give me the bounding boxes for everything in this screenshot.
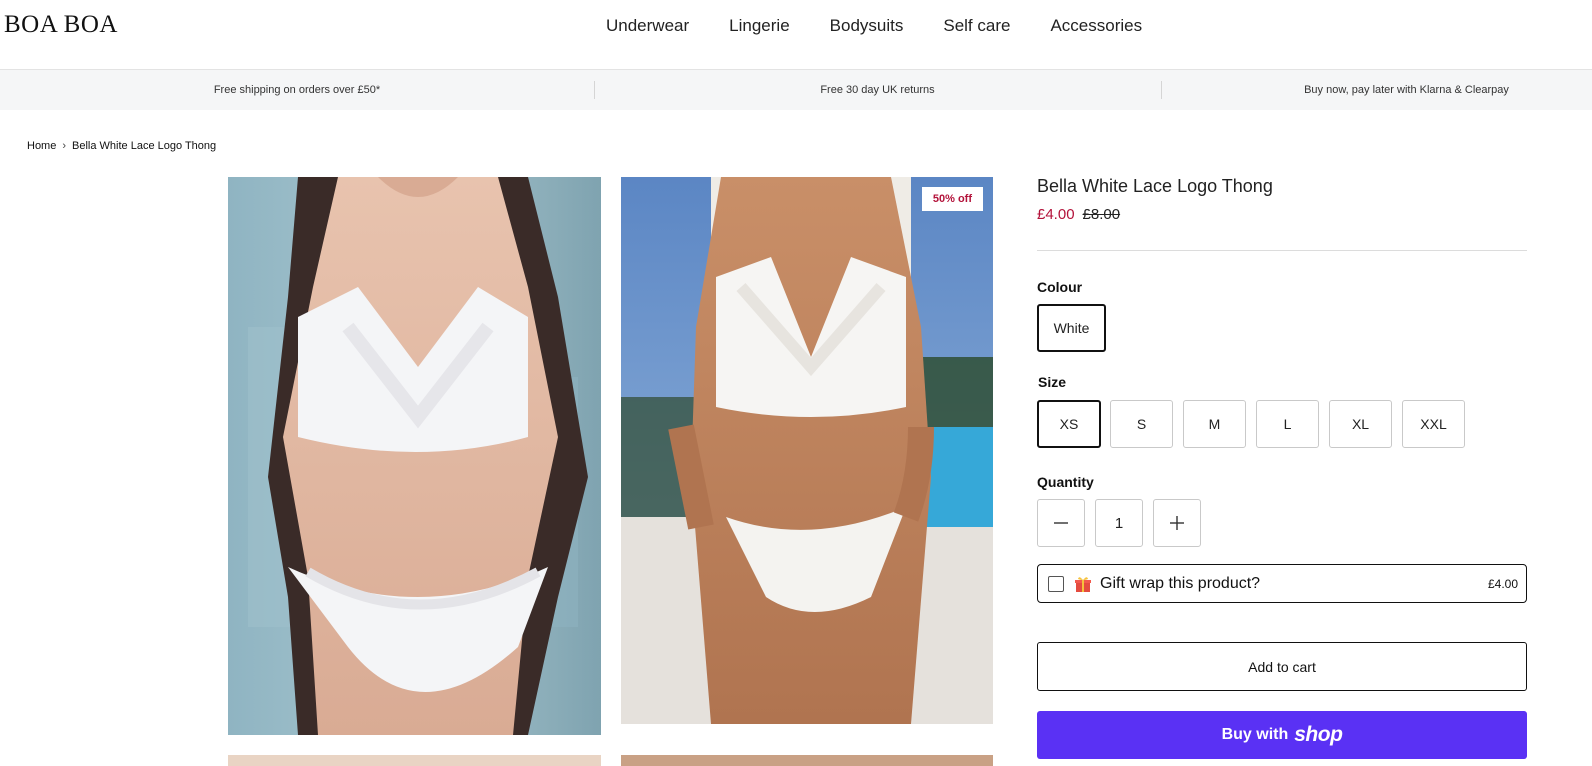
plus-icon — [1170, 516, 1184, 530]
quantity-label: Quantity — [1037, 474, 1094, 490]
sale-badge: 50% off — [921, 187, 983, 211]
size-option-m[interactable]: M — [1183, 400, 1246, 448]
breadcrumb: Home › Bella White Lace Logo Thong — [27, 140, 216, 152]
size-option-xxl[interactable]: XXL — [1402, 400, 1465, 448]
quantity-increase-button[interactable] — [1153, 499, 1201, 547]
gift-wrap-checkbox[interactable] — [1048, 575, 1064, 592]
announcement-returns: Free 30 day UK returns — [820, 84, 935, 96]
breadcrumb-home[interactable]: Home — [27, 140, 56, 152]
announcement-klarna: Buy now, pay later with Klarna & Clearpa… — [1304, 84, 1509, 96]
product-image-3[interactable] — [228, 755, 601, 766]
size-option-xl[interactable]: XL — [1329, 400, 1392, 448]
size-option-xs[interactable]: XS — [1037, 400, 1101, 448]
size-option-l[interactable]: L — [1256, 400, 1319, 448]
main-nav: Underwear Lingerie Bodysuits Self care A… — [586, 14, 1162, 38]
gift-wrap-option: Gift wrap this product? £4.00 — [1037, 564, 1527, 603]
shop-logo: shop — [1294, 723, 1343, 746]
compare-price: £8.00 — [1082, 206, 1121, 223]
buy-with-label: Buy with — [1221, 726, 1289, 743]
buy-with-shop-button[interactable]: Buy with shop — [1037, 711, 1527, 759]
gift-wrap-price: £4.00 — [1487, 576, 1518, 591]
site-header: BOA BOA Underwear Lingerie Bodysuits Sel… — [0, 0, 1592, 70]
size-label: Size — [1038, 374, 1067, 390]
minus-icon — [1054, 522, 1068, 524]
product-image-2[interactable]: 50% off — [621, 177, 993, 724]
colour-option-white[interactable]: White — [1037, 304, 1106, 352]
store-logo[interactable]: BOA BOA — [4, 11, 118, 39]
product-image-4[interactable] — [621, 755, 993, 766]
announcement-shipping: Free shipping on orders over £50* — [213, 84, 381, 96]
colour-label: Colour — [1037, 279, 1083, 295]
quantity-input[interactable]: 1 — [1095, 499, 1143, 547]
sale-price: £4.00 — [1037, 206, 1075, 223]
breadcrumb-current: Bella White Lace Logo Thong — [72, 140, 217, 152]
size-option-s[interactable]: S — [1110, 400, 1173, 448]
product-title: Bella White Lace Logo Thong — [1037, 176, 1273, 196]
nav-underwear[interactable]: Underwear — [586, 14, 709, 38]
announcement-bar: Free shipping on orders over £50* Free 3… — [0, 70, 1592, 110]
nav-accessories[interactable]: Accessories — [1030, 14, 1162, 38]
price-row: £4.00 £8.00 — [1037, 206, 1120, 223]
divider — [1037, 250, 1527, 251]
quantity-decrease-button[interactable] — [1037, 499, 1085, 547]
nav-lingerie[interactable]: Lingerie — [709, 14, 810, 38]
gift-wrap-label: Gift wrap this product? — [1100, 574, 1261, 592]
nav-bodysuits[interactable]: Bodysuits — [810, 14, 924, 38]
product-image-1[interactable] — [228, 177, 601, 735]
chevron-right-icon: › — [62, 140, 67, 152]
nav-self-care[interactable]: Self care — [923, 14, 1030, 38]
add-to-cart-button[interactable]: Add to cart — [1037, 642, 1527, 691]
gift-icon — [1075, 576, 1091, 592]
